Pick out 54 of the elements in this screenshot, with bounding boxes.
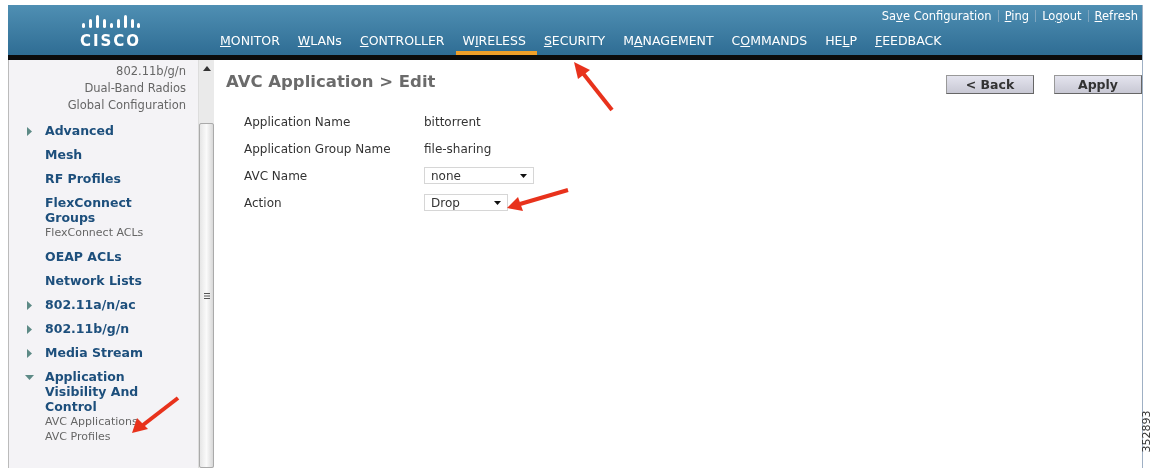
field-label: Application Name <box>244 114 352 129</box>
sidebar-item[interactable]: RF Profiles <box>45 171 185 186</box>
expand-icon[interactable] <box>24 349 34 358</box>
logo-text: CISCO <box>79 32 142 50</box>
dropdown[interactable]: none <box>424 167 534 184</box>
grip-icon <box>203 292 210 299</box>
field-label: Application Group Name <box>244 141 392 156</box>
sidebar-item[interactable]: Advanced <box>45 123 185 138</box>
nav-tab[interactable]: MONITOR <box>213 33 291 55</box>
field-label: Action <box>244 195 283 210</box>
field-label: AVC Name <box>244 168 309 183</box>
action-button[interactable]: Apply <box>1054 75 1142 94</box>
dropdown[interactable]: Drop <box>424 194 508 211</box>
sidebar-item[interactable]: 802.11b/g/n <box>45 321 185 336</box>
expand-icon[interactable] <box>24 325 34 334</box>
scrollbar[interactable] <box>198 60 214 468</box>
logo-icon <box>80 14 141 30</box>
sidebar-item[interactable]: 802.11a/n/ac <box>45 297 185 312</box>
sidebar-link[interactable]: FlexConnect ACLs <box>9 225 198 240</box>
nav-tab[interactable]: COMMANDS <box>724 33 819 55</box>
sidebar-item[interactable]: Mesh <box>45 147 185 162</box>
annotation-arrow <box>574 62 614 112</box>
scroll-thumb[interactable] <box>199 123 214 468</box>
caret-icon <box>494 200 501 205</box>
action-button[interactable]: < Back <box>946 75 1034 94</box>
sidebar-link[interactable]: 802.11b/g/n <box>9 63 198 80</box>
annotation-arrow <box>507 188 569 211</box>
header-link[interactable]: Logout <box>1042 9 1082 23</box>
sidebar-item[interactable]: Network Lists <box>45 273 185 288</box>
page-title: AVC Application > Edit <box>226 72 436 91</box>
expand-icon[interactable] <box>24 127 34 136</box>
nav-tab[interactable]: MANAGEMENT <box>616 33 725 55</box>
field-value: file-sharing <box>424 141 492 156</box>
nav-tab[interactable]: FEEDBACK <box>868 33 953 55</box>
sidebar-item[interactable]: Media Stream <box>45 345 185 360</box>
collapse-icon[interactable] <box>24 373 34 382</box>
header-link[interactable]: Refresh <box>1094 9 1138 23</box>
scroll-up-icon[interactable] <box>202 66 211 71</box>
sidebar-item[interactable]: OEAP ACLs <box>45 249 185 264</box>
header-link[interactable]: Save Configuration <box>881 9 992 23</box>
sidebar-link[interactable]: AVC Profiles <box>9 429 198 444</box>
sidebar-item[interactable]: FlexConnect Groups <box>45 195 185 225</box>
header-link[interactable]: Ping <box>1004 9 1030 23</box>
nav-tab[interactable]: WLANs <box>290 33 353 55</box>
sidebar-item[interactable]: Application Visibility And Control <box>45 369 185 414</box>
nav-tab[interactable]: CONTROLLER <box>352 33 456 55</box>
sidebar-link[interactable]: Dual-Band Radios <box>9 80 198 97</box>
expand-icon[interactable] <box>24 301 34 310</box>
nav-tab[interactable]: HELP <box>818 33 868 55</box>
caret-icon <box>520 173 527 178</box>
field-value: bittorrent <box>424 114 481 129</box>
sidebar-link[interactable]: Global Configuration <box>9 97 198 114</box>
figure-number: 352893 <box>1139 410 1153 453</box>
nav-tab[interactable]: SECURITY <box>536 33 617 55</box>
